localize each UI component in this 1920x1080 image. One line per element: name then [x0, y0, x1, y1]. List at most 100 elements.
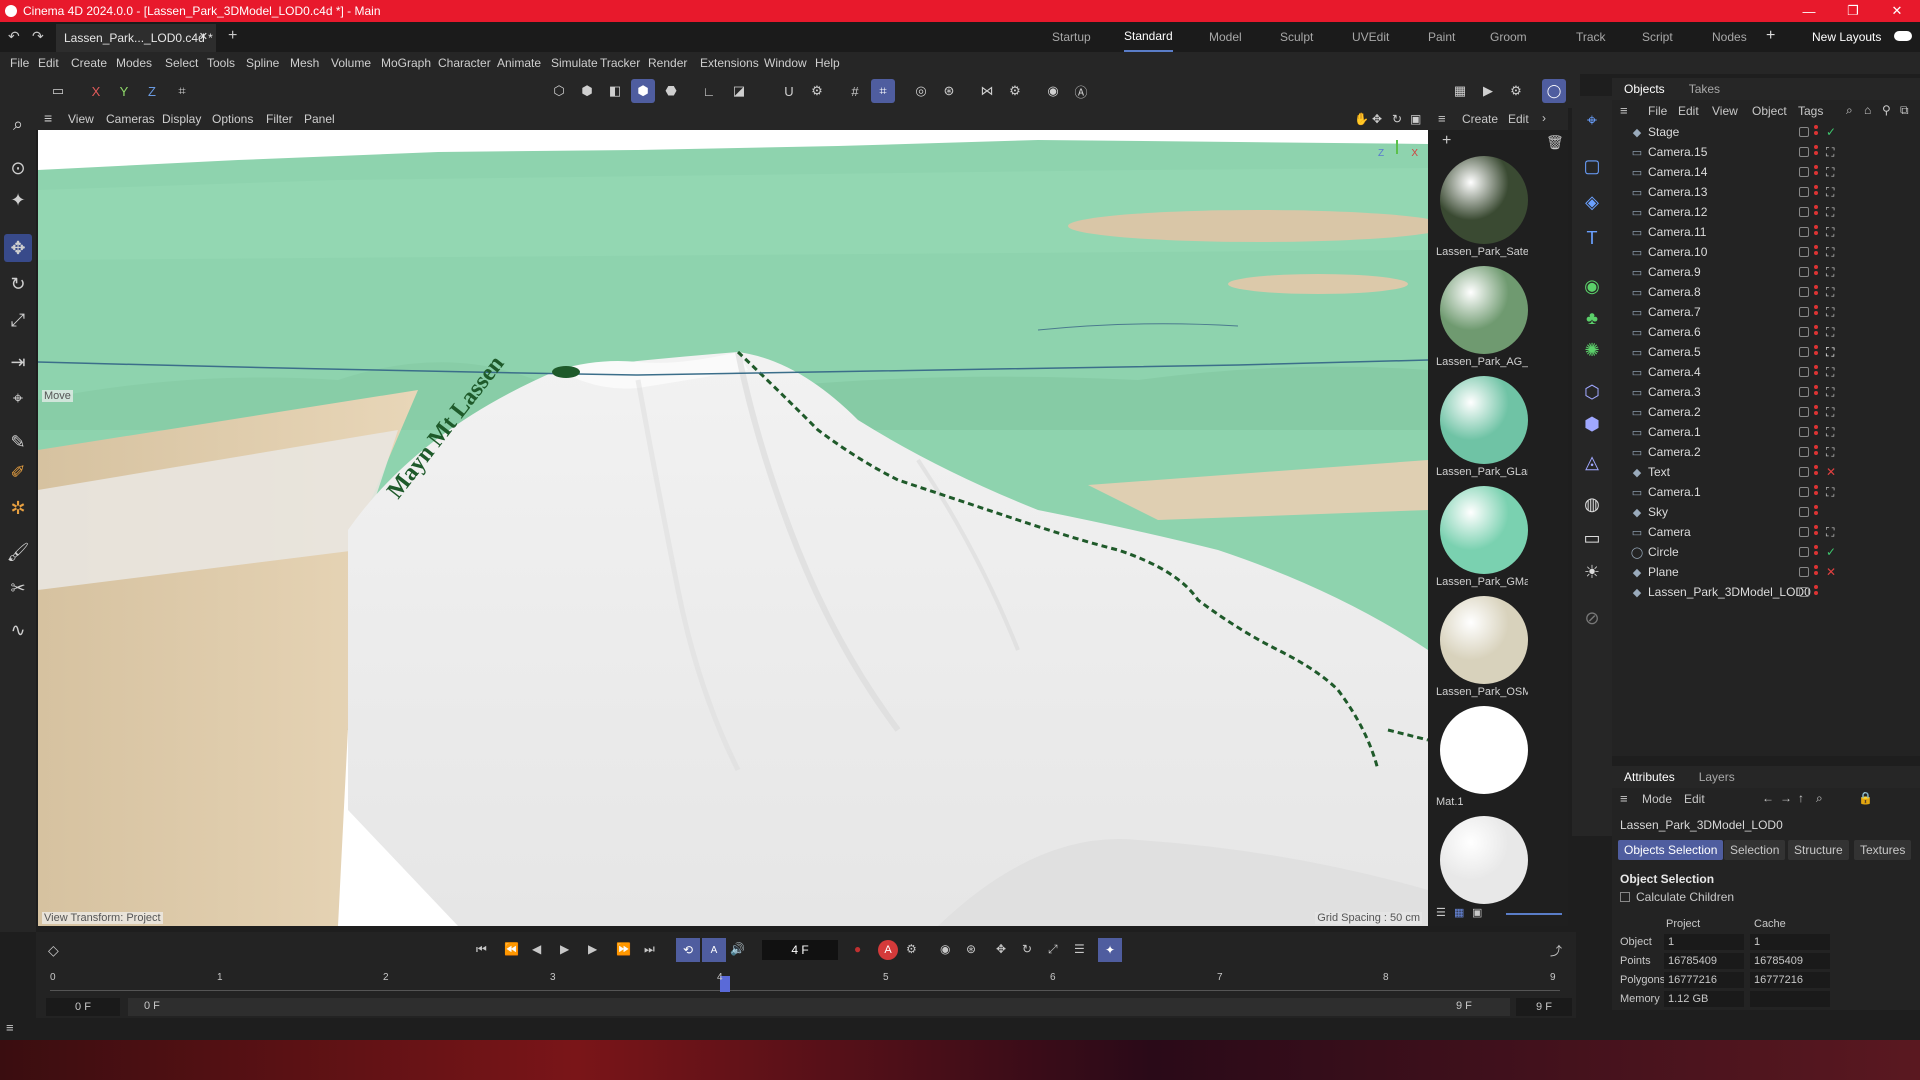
timeline-graph-icon[interactable]: ⤴: [1550, 942, 1562, 959]
list-view-icon[interactable]: ☰: [1436, 906, 1446, 919]
layout-toggle[interactable]: [1894, 31, 1912, 41]
object-row[interactable]: ▭ Camera.4 ⛶: [1612, 362, 1920, 382]
sound-icon[interactable]: 🔊: [730, 942, 745, 956]
visibility-dots[interactable]: [1814, 545, 1818, 557]
menu-character[interactable]: Character: [438, 56, 491, 70]
layers-tab[interactable]: Layers: [1699, 770, 1735, 784]
object-tag-icon[interactable]: ✓: [1826, 545, 1836, 559]
object-row[interactable]: ▭ Camera ⛶: [1612, 522, 1920, 542]
subtab-structure[interactable]: Structure: [1788, 840, 1849, 860]
menu-modes[interactable]: Modes: [116, 56, 152, 70]
object-row[interactable]: ◯ Circle ✓: [1612, 542, 1920, 562]
layout-tab-script[interactable]: Script: [1642, 22, 1673, 52]
visibility-dots[interactable]: [1814, 225, 1818, 237]
grid-snap-icon[interactable]: ⌗: [871, 79, 895, 103]
key-lock-icon[interactable]: ◉: [940, 942, 950, 956]
terrain-render[interactable]: Mayn Mt Lassen: [38, 130, 1428, 926]
attributes-hamburger-icon[interactable]: ≡: [1620, 791, 1628, 806]
menu-window[interactable]: Window: [764, 56, 807, 70]
object-row[interactable]: ▭ Camera.5 ⛶: [1612, 342, 1920, 362]
attributes-tab[interactable]: Attributes: [1624, 770, 1675, 784]
menu-create[interactable]: Create: [71, 56, 107, 70]
material-edit-menu[interactable]: Edit: [1508, 112, 1529, 126]
object-tag-icon[interactable]: ⛶: [1826, 405, 1834, 420]
add-layout-icon[interactable]: +: [1766, 27, 1775, 45]
lock-view-icon[interactable]: ◉: [1041, 79, 1065, 103]
object-tag-icon[interactable]: ⛶: [1826, 305, 1834, 320]
view-panel-icon[interactable]: ▭: [46, 79, 70, 103]
object-tag-icon[interactable]: ⛶: [1826, 245, 1834, 260]
delete-material-icon[interactable]: 🗑: [1546, 134, 1564, 151]
param-key-icon[interactable]: ☰: [1074, 942, 1085, 956]
forward-arrow-icon[interactable]: →: [1780, 791, 1792, 805]
layer-toggle[interactable]: [1799, 527, 1809, 537]
layout-tab-groom[interactable]: Groom: [1490, 22, 1527, 52]
symmetry-icon[interactable]: ⋈: [975, 79, 999, 103]
object-row[interactable]: ▭ Camera.1 ⛶: [1612, 482, 1920, 502]
viewport-menu-panel[interactable]: Panel: [304, 112, 335, 126]
object-tag-icon[interactable]: ⛶: [1826, 365, 1834, 380]
visibility-dots[interactable]: [1814, 445, 1818, 457]
z-axis-toggle[interactable]: Z: [140, 79, 164, 103]
menu-edit[interactable]: Edit: [38, 56, 59, 70]
viewport-menu-cameras[interactable]: Cameras: [106, 112, 155, 126]
object-tag-icon[interactable]: ⛶: [1826, 285, 1834, 300]
material-item[interactable]: Mat.1: [1436, 704, 1528, 808]
brush-icon[interactable]: 🖌: [4, 538, 32, 566]
redshift-icon[interactable]: ◯: [1542, 79, 1566, 103]
polygons-mode-icon[interactable]: ◧: [603, 79, 627, 103]
loop-icon[interactable]: ⟲: [676, 938, 700, 962]
light-icon[interactable]: ☀: [1578, 558, 1606, 586]
objects-hamburger-icon[interactable]: ≡: [1620, 103, 1628, 118]
prev-key-icon[interactable]: ⏪: [504, 942, 519, 956]
keyframe-icon[interactable]: ◇: [48, 942, 59, 959]
cube-outline-icon[interactable]: ▢: [1578, 152, 1606, 180]
document-tab[interactable]: Lassen_Park..._LOD0.c4d * ✕: [56, 24, 216, 52]
material-more-icon[interactable]: ›: [1542, 111, 1546, 125]
placement-tool-icon[interactable]: ⌖: [4, 384, 32, 412]
layout-tab-paint[interactable]: Paint: [1428, 22, 1455, 52]
mograph-cloner-icon[interactable]: ◉: [1578, 272, 1606, 300]
object-row[interactable]: ▭ Camera.8 ⛶: [1612, 282, 1920, 302]
visibility-dots[interactable]: [1814, 245, 1818, 257]
autokey-record-icon[interactable]: A: [878, 940, 898, 960]
mograph-fracture-icon[interactable]: ♣: [1578, 304, 1606, 332]
play-icon[interactable]: ▶: [560, 942, 569, 956]
go-start-icon[interactable]: ⏮: [476, 942, 487, 957]
objects-menu-file[interactable]: File: [1648, 104, 1667, 118]
subtab-textures[interactable]: Textures: [1854, 840, 1912, 860]
object-row[interactable]: ▭ Camera.12 ⛶: [1612, 202, 1920, 222]
new-tab-icon[interactable]: +: [228, 27, 237, 45]
axis-mode-icon[interactable]: ∟: [697, 79, 721, 103]
layout-tab-model[interactable]: Model: [1209, 22, 1242, 52]
layout-tab-startup[interactable]: Startup: [1052, 22, 1091, 52]
close-tab-icon[interactable]: ✕: [199, 30, 208, 43]
timeline-ruler[interactable]: 0 1 2 3 4 5 6 7 8 9: [50, 972, 1560, 992]
attributes-search-icon[interactable]: ⌕: [1816, 791, 1823, 806]
render-region-icon[interactable]: ◎: [909, 79, 933, 103]
solo-mode-icon[interactable]: ◪: [727, 79, 751, 103]
layer-toggle[interactable]: [1799, 247, 1809, 257]
menu-simulate[interactable]: Simulate: [551, 56, 598, 70]
texture-mode-icon[interactable]: ⬣: [659, 79, 683, 103]
object-tag-icon[interactable]: ⛶: [1826, 145, 1834, 160]
layer-toggle[interactable]: [1799, 367, 1809, 377]
menu-animate[interactable]: Animate: [497, 56, 541, 70]
material-item[interactable]: Lassen_Park_Satel: [1436, 154, 1528, 258]
deformer-icon[interactable]: ⬡: [1578, 378, 1606, 406]
subtab-selection[interactable]: Selection: [1724, 840, 1786, 860]
lock-icon[interactable]: 🔒: [1858, 791, 1873, 805]
layer-toggle[interactable]: [1799, 467, 1809, 477]
viewport-menu-options[interactable]: Options: [212, 112, 253, 126]
layout-tab-track[interactable]: Track: [1576, 22, 1606, 52]
viewport-menu-filter[interactable]: Filter: [266, 112, 293, 126]
visibility-dots[interactable]: [1814, 405, 1818, 417]
coordinate-system-icon[interactable]: ⌗: [170, 79, 194, 103]
visibility-dots[interactable]: [1814, 285, 1818, 297]
autokey-icon[interactable]: A: [702, 938, 726, 962]
key-settings-icon[interactable]: ⚙: [906, 942, 917, 956]
render-settings-icon[interactable]: ⊛: [937, 79, 961, 103]
spline-sketch-icon[interactable]: ✐: [4, 458, 32, 486]
current-frame-field[interactable]: 4 F: [762, 940, 838, 960]
object-tag-icon[interactable]: ⛶: [1826, 205, 1834, 220]
